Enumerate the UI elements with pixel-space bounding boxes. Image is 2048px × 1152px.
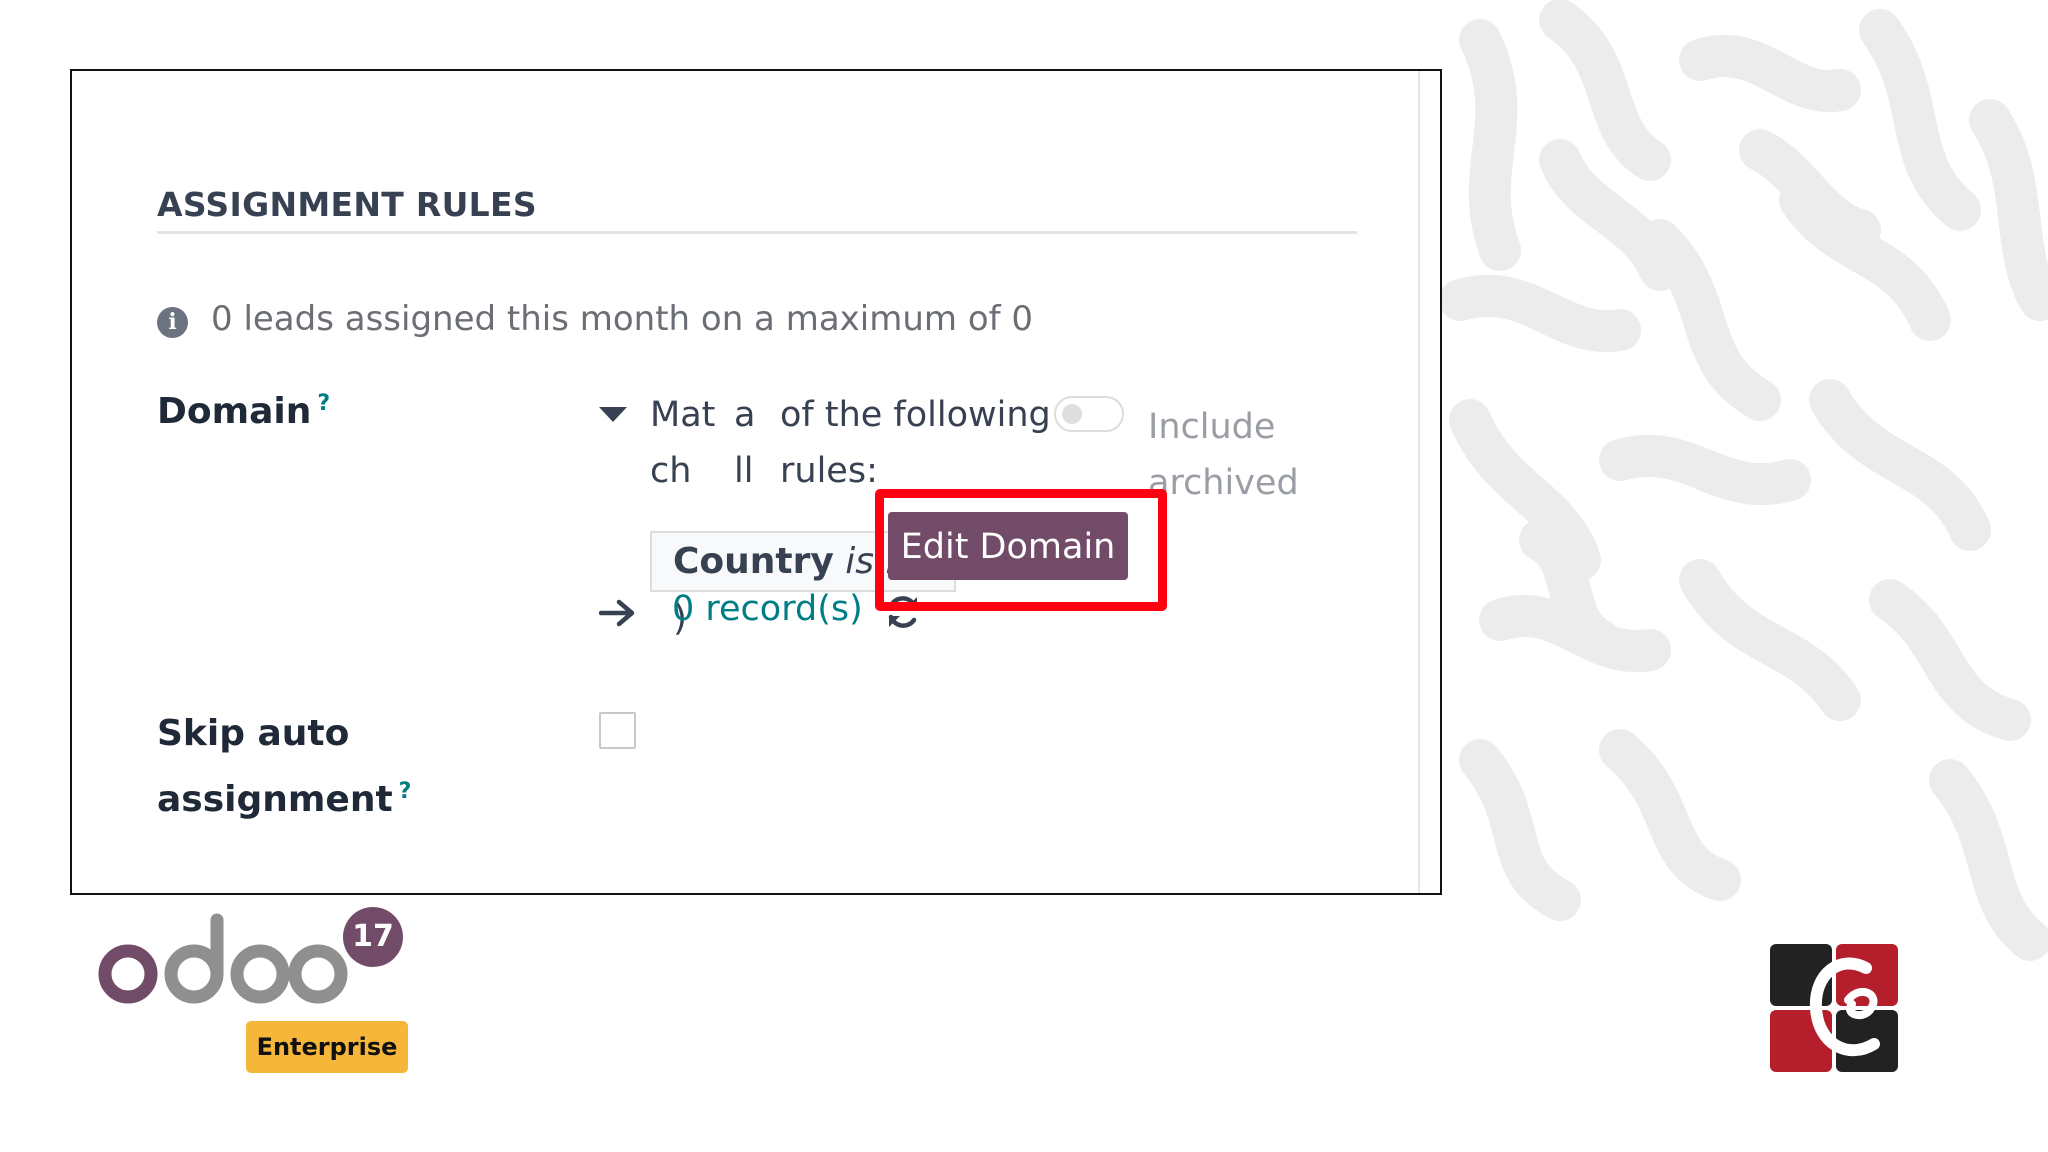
skip-auto-assignment-label: Skip auto assignment? [157,705,411,829]
arrow-right-icon [599,599,635,627]
skip-auto-line2: assignment [157,779,393,820]
version-badge: 17 [343,907,403,967]
include-archived-line2: archived [1148,463,1299,503]
info-circle-icon: i [157,307,188,338]
all-selector-part2[interactable]: ll [734,451,753,491]
skip-auto-help-icon[interactable]: ? [399,779,412,804]
include-archived-toggle[interactable] [1054,396,1124,432]
records-count-link[interactable]: 0 record(s) [672,589,863,629]
rule-field: Country [673,541,834,582]
all-selector-part1[interactable]: a [734,395,755,435]
skip-auto-assignment-checkbox[interactable] [599,712,636,749]
skip-auto-line1: Skip auto [157,713,350,754]
domain-label-text: Domain [157,391,312,432]
leads-assigned-info: 0 leads assigned this month on a maximum… [211,299,1034,339]
edit-domain-button[interactable]: Edit Domain [888,512,1128,580]
brand-logo [1770,944,1898,1072]
section-divider [157,231,1357,234]
section-title: ASSIGNMENT RULES [157,185,537,224]
domain-label: Domain? [157,391,330,432]
include-archived-label: Include archived [1148,399,1299,511]
panel-scrollbar-track [1418,71,1420,893]
following-text: of the following [780,395,1051,435]
match-text-part2: ch [650,451,692,491]
include-archived-line1: Include [1148,407,1276,447]
enterprise-badge: Enterprise [246,1021,408,1073]
toggle-knob [1062,404,1082,424]
domain-help-icon[interactable]: ? [317,391,330,416]
rules-text: rules: [780,451,878,491]
match-text-part1: Mat [650,395,716,435]
assignment-rules-panel: ASSIGNMENT RULES i 0 leads assigned this… [70,69,1442,895]
caret-down-icon[interactable] [599,407,627,422]
